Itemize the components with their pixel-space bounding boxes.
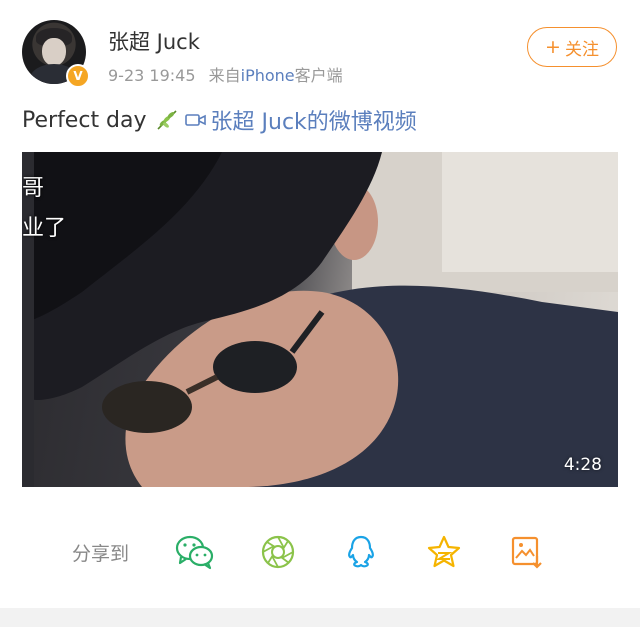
post-text: Perfect day 张超 Juck的微博视频	[22, 104, 417, 136]
footer-divider	[0, 608, 640, 627]
source-prefix: 来自	[208, 66, 241, 85]
moments-icon[interactable]	[258, 534, 298, 570]
video-link-label: 张超 Juck的微博视频	[210, 110, 417, 135]
save-image-icon[interactable]	[507, 534, 547, 570]
follow-button[interactable]: + 关注	[527, 27, 617, 67]
wechat-icon[interactable]	[175, 534, 215, 570]
video-camera-icon	[184, 114, 206, 126]
leaf-emoji-icon	[155, 108, 179, 132]
qq-icon[interactable]	[341, 534, 381, 570]
username[interactable]: 张超 Juck	[108, 26, 200, 56]
source-device-link[interactable]: iPhone	[241, 66, 295, 85]
video-subtitle-line2: 业了	[22, 216, 67, 241]
video-thumbnail	[22, 152, 618, 487]
plus-icon: +	[545, 36, 561, 58]
video-link[interactable]: 张超 Juck的微博视频	[184, 104, 417, 136]
post-time: 9-23 19:45	[108, 66, 196, 85]
post-body: Perfect day	[22, 107, 147, 133]
share-label: 分享到	[72, 543, 130, 565]
source-suffix: 客户端	[294, 66, 343, 85]
video-duration: 4:28	[563, 455, 602, 475]
video-player[interactable]: 哥 业了 4:28	[22, 152, 618, 487]
qzone-icon[interactable]	[424, 534, 464, 570]
video-subtitle-line1: 哥	[22, 176, 45, 201]
follow-label: 关注	[564, 39, 599, 60]
verified-badge-icon: V	[66, 64, 90, 88]
post-meta: 9-23 19:45 来自iPhone客户端	[108, 62, 343, 86]
